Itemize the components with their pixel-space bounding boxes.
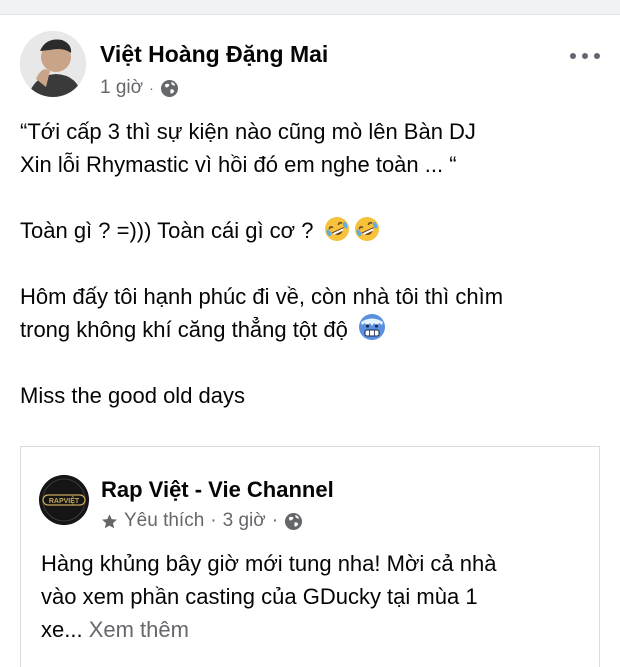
post-card: Việt Hoàng Đặng Mai 1 giờ · “Tới cấp 3 t… — [0, 15, 620, 667]
post-line: “Tới cấp 3 thì sự kiện nào cũng mò lên B… — [20, 119, 476, 144]
meta-separator: · — [149, 80, 154, 96]
favorite-badge: Yêu thích — [124, 510, 205, 531]
meta-separator: · — [210, 510, 217, 531]
page-logo-text: RAPVIỆT — [49, 496, 80, 505]
more-dot — [570, 53, 576, 59]
post-line: Toàn gì ? =))) Toàn cái gì cơ ? — [20, 218, 314, 243]
post-line: trong không khí căng thẳng tột độ — [20, 317, 348, 342]
globe-icon[interactable] — [160, 79, 179, 98]
post-line: Miss the good old days — [20, 383, 246, 408]
rofl-emoji — [354, 217, 379, 241]
post-paragraph: Toàn gì ? =))) Toàn cái gì cơ ? — [20, 214, 600, 247]
post-paragraph: Hôm đấy tôi hạnh phúc đi về, còn nhà tôi… — [20, 280, 600, 346]
shared-post-meta: Yêu thích · 3 giờ · — [101, 510, 303, 532]
rofl-emoji — [324, 217, 349, 241]
post-line: Hôm đấy tôi hạnh phúc đi về, còn nhà tôi… — [20, 284, 504, 309]
post-meta: 1 giờ · — [100, 77, 179, 99]
cold-face-emoji — [358, 314, 385, 340]
post-header: Việt Hoàng Đặng Mai 1 giờ · — [20, 31, 600, 101]
shared-page-name[interactable]: Rap Việt - Vie Channel — [101, 477, 334, 503]
more-dot — [582, 53, 588, 59]
shared-text-line: vào xem phần casting của GDucky tại mùa … — [41, 584, 478, 609]
avatar-image — [20, 31, 86, 97]
post-paragraph: Miss the good old days — [20, 379, 600, 412]
post-line: Xin lỗi Rhymastic vì hồi đó em nghe toàn… — [20, 152, 457, 177]
meta-separator: · — [271, 510, 279, 531]
post-body: “Tới cấp 3 thì sự kiện nào cũng mò lên B… — [20, 115, 600, 445]
page-logo[interactable]: RAPVIỆT — [39, 475, 89, 525]
shared-post-time[interactable]: 3 giờ — [223, 510, 266, 532]
author-name[interactable]: Việt Hoàng Đặng Mai — [100, 41, 328, 68]
shared-post[interactable]: RAPVIỆT Rap Việt - Vie Channel Yêu thích… — [20, 446, 600, 667]
top-strip — [0, 0, 620, 15]
post-time[interactable]: 1 giờ — [100, 77, 143, 99]
see-more-link[interactable]: Xem thêm — [89, 617, 189, 642]
page-logo-image: RAPVIỆT — [39, 475, 89, 525]
more-dot — [594, 53, 600, 59]
shared-text-line: xe... — [41, 617, 83, 642]
author-avatar[interactable] — [20, 31, 86, 97]
post-paragraph: “Tới cấp 3 thì sự kiện nào cũng mò lên B… — [20, 115, 600, 181]
star-icon — [102, 513, 117, 528]
shared-post-text: Hàng khủng bây giờ mới tung nha! Mời cả … — [41, 547, 581, 646]
shared-text-line: Hàng khủng bây giờ mới tung nha! Mời cả … — [41, 551, 497, 576]
more-options-icon[interactable] — [570, 49, 600, 63]
globe-icon[interactable] — [284, 512, 303, 531]
